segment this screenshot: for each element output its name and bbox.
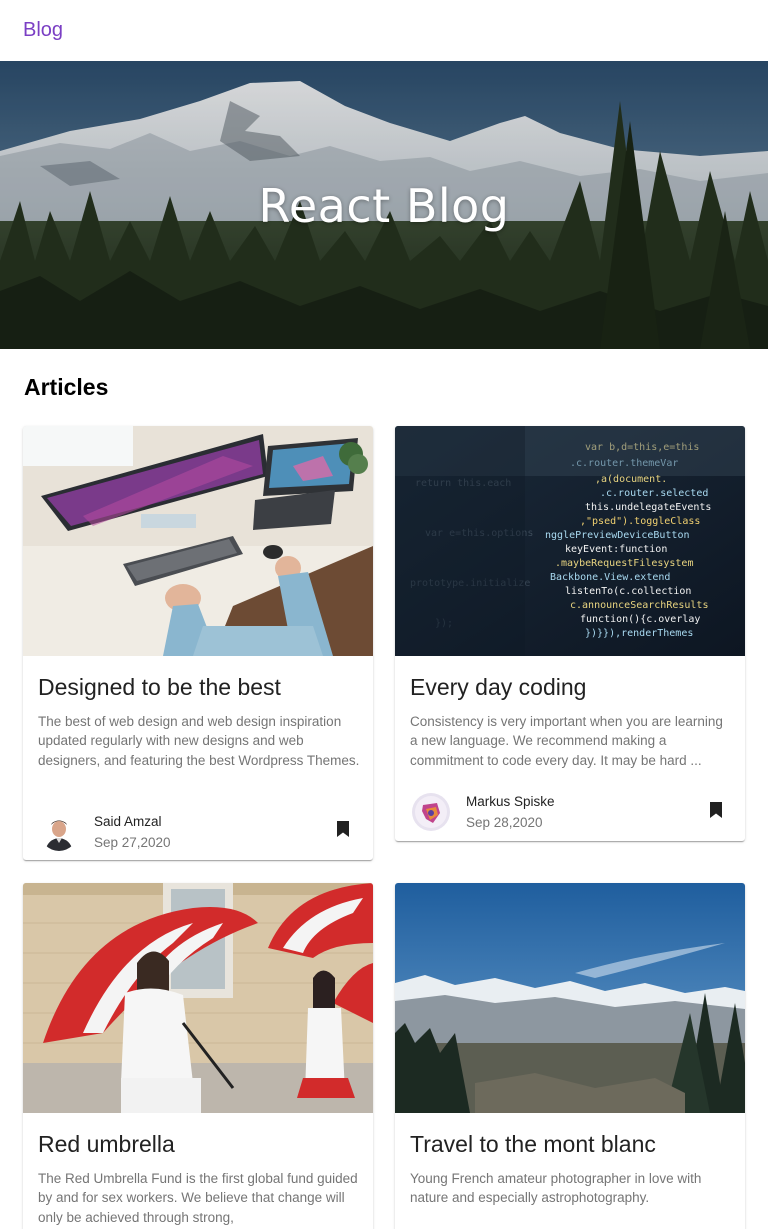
article-excerpt: Consistency is very important when you a…	[410, 714, 723, 768]
article-card[interactable]: var b,d=this,e=this .c.router.themeVar ,…	[395, 426, 745, 841]
bookmark-icon[interactable]	[331, 817, 355, 841]
brand-link[interactable]: Blog	[23, 19, 63, 42]
author-avatar	[40, 813, 78, 851]
article-card[interactable]: Designed to be the best The best of web …	[23, 426, 373, 860]
article-title[interactable]: Designed to be the best	[38, 674, 281, 701]
mont-blanc-photo[interactable]	[395, 883, 745, 1113]
article-excerpt: Young French amateur photographer in lov…	[410, 1171, 702, 1206]
svg-text:c.announceSearchResults: c.announceSearchResults	[570, 600, 708, 611]
svg-text:.c.router.selected: .c.router.selected	[600, 488, 708, 499]
svg-text:ngglePreviewDeviceButton: ngglePreviewDeviceButton	[545, 530, 690, 541]
svg-text:var b,d=this,e=this: var b,d=this,e=this	[585, 442, 699, 453]
svg-text:Backbone.View.extend: Backbone.View.extend	[550, 572, 670, 583]
svg-text:function(){c.overlay: function(){c.overlay	[580, 614, 700, 625]
author-name[interactable]: Markus Spiske	[466, 794, 555, 809]
svg-text:.c.router.themeVar: .c.router.themeVar	[570, 458, 678, 469]
svg-text:.maybeRequestFilesystem: .maybeRequestFilesystem	[555, 558, 693, 569]
svg-text:keyEvent:function: keyEvent:function	[565, 544, 667, 555]
article-title[interactable]: Travel to the mont blanc	[410, 1131, 656, 1158]
svg-text:})}}),renderThemes: })}}),renderThemes	[585, 628, 693, 639]
svg-text:,"psed").toggleClass: ,"psed").toggleClass	[580, 516, 700, 527]
svg-text:this.undelegateEvents: this.undelegateEvents	[585, 502, 711, 513]
author-avatar	[412, 793, 450, 831]
article-excerpt: The Red Umbrella Fund is the first globa…	[38, 1171, 358, 1225]
desk-workspace-photo[interactable]	[23, 426, 373, 656]
hero-banner: React Blog	[0, 61, 768, 349]
article-card[interactable]: Travel to the mont blanc Young French am…	[395, 883, 745, 1229]
red-umbrella-photo[interactable]	[23, 883, 373, 1113]
bookmark-icon[interactable]	[704, 798, 728, 822]
articles-heading: Articles	[24, 374, 109, 400]
article-title[interactable]: Every day coding	[410, 674, 586, 701]
svg-text:,a(document.: ,a(document.	[595, 474, 667, 485]
article-card[interactable]: Red umbrella The Red Umbrella Fund is th…	[23, 883, 373, 1229]
code-screen-photo[interactable]: var b,d=this,e=this .c.router.themeVar ,…	[395, 426, 745, 656]
svg-text:listenTo(c.collection: listenTo(c.collection	[565, 586, 691, 597]
hero-title: React Blog	[258, 179, 510, 233]
app-bar: Blog	[0, 0, 768, 61]
article-date: Sep 27,2020	[94, 835, 171, 850]
article-date: Sep 28,2020	[466, 815, 543, 830]
article-title[interactable]: Red umbrella	[38, 1131, 175, 1158]
author-name[interactable]: Said Amzal	[94, 814, 162, 829]
article-excerpt: The best of web design and web design in…	[38, 714, 360, 768]
